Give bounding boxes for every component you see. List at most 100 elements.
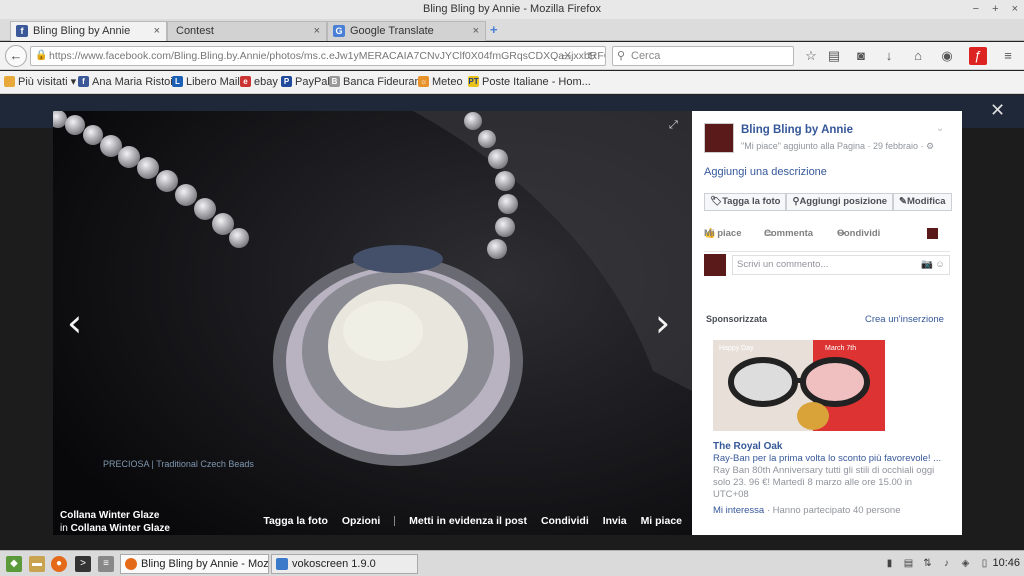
ad-image-text-left: Happy Day <box>719 345 754 352</box>
tab-close-icon[interactable]: × <box>473 22 479 40</box>
bookmark-piu-visitati[interactable]: Più visitati ▾ <box>4 75 76 89</box>
shield-icon[interactable]: ◈ <box>959 557 972 570</box>
taskbar-window-vokoscreen[interactable]: vokoscreen 1.9.0 <box>271 554 418 574</box>
tab-label: Bling Bling by Annie <box>33 25 131 37</box>
commenter-avatar <box>704 254 726 276</box>
ad-footer: Mi interessa · Hanno partecipato 40 pers… <box>713 505 900 516</box>
fullscreen-icon[interactable]: ⤢ <box>669 119 678 132</box>
taskbar-window-firefox[interactable]: Bling Bling by Annie - Mozilla... <box>120 554 269 574</box>
send-link[interactable]: Invia <box>603 515 627 527</box>
battery-icon[interactable]: ▯ <box>978 557 991 570</box>
feature-post-link[interactable]: Metti in evidenza il post <box>409 515 527 527</box>
pencil-icon: ✎ <box>899 196 908 207</box>
next-photo-icon[interactable]: › <box>655 301 670 345</box>
minimize-button[interactable]: − <box>973 3 979 15</box>
flash-addon-icon[interactable]: ƒ <box>969 47 987 65</box>
navigation-bar: ← 🔒 https://www.facebook.com/Bling.Bling… <box>0 42 1024 70</box>
bookmark-ebay[interactable]: e ebay <box>240 75 278 89</box>
maximize-button[interactable]: + <box>992 3 998 15</box>
pocket-icon[interactable]: ◙ <box>852 47 870 65</box>
add-location-button[interactable]: ⚲Aggiungi posizione <box>786 193 894 211</box>
caption-title[interactable]: Collana Winter Glaze <box>60 510 159 521</box>
bookmark-paypal[interactable]: P PayPal <box>281 75 330 89</box>
search-input[interactable]: ⚲ Cerca <box>612 46 794 66</box>
page-avatar[interactable] <box>704 123 734 153</box>
photo-actions: Tagga la foto Opzioni Metti in evidenza … <box>252 515 682 527</box>
files-icon[interactable]: ▬ <box>29 556 45 572</box>
photo-viewer: PRECIOSA | Traditional Czech Beads ‹ › ⤢… <box>53 111 692 535</box>
tag-photo-link[interactable]: Tagga la foto <box>263 515 328 527</box>
network-icon[interactable]: ⇅ <box>921 557 934 570</box>
tag-photo-button[interactable]: 🏷Tagga la foto <box>704 193 787 211</box>
page-name-link[interactable]: Bling Bling by Annie <box>741 124 853 136</box>
menu-icon[interactable]: ≡ <box>999 47 1017 65</box>
start-menu-icon[interactable]: ◆ <box>6 556 22 572</box>
bookmark-meteo[interactable]: ☼ Meteo <box>418 75 463 89</box>
interested-link[interactable]: Mi interessa <box>713 505 764 516</box>
button-label: Aggiungi posizione <box>799 196 888 207</box>
folder-icon <box>4 76 15 87</box>
photo-watermark: PRECIOSA | Traditional Czech Beads <box>103 459 254 469</box>
tab-label: Google Translate <box>350 25 434 37</box>
ad-image[interactable]: Happy Day March 7th <box>713 340 885 431</box>
url-text: https://www.facebook.com/Bling.Bling.by.… <box>49 50 606 62</box>
close-photo-icon[interactable]: ✕ <box>990 100 1005 121</box>
tab-close-icon[interactable]: × <box>314 22 320 40</box>
download-icon[interactable]: ↓ <box>880 47 898 65</box>
window-label: vokoscreen 1.9.0 <box>292 558 376 570</box>
divider <box>394 516 396 527</box>
tab-contest[interactable]: Contest × <box>167 21 327 41</box>
poste-icon: PT <box>468 76 479 87</box>
ebay-icon: e <box>240 76 251 87</box>
firefox-icon[interactable]: ● <box>51 556 67 572</box>
chevron-down-icon[interactable]: ⌄ <box>936 123 944 134</box>
share-link[interactable]: Condividi <box>541 515 589 527</box>
bookmark-star-icon[interactable]: ☆ <box>802 47 820 65</box>
text-editor-icon[interactable]: ≡ <box>98 556 114 572</box>
facebook-icon: f <box>16 25 28 37</box>
bookmarks-list-icon[interactable]: ▤ <box>825 47 843 65</box>
comment-box: Scrivi un commento... 📷 ☺ <box>704 251 950 277</box>
emoji-icon[interactable]: ☺ <box>935 256 945 274</box>
clock[interactable]: 10:46 <box>992 557 1020 569</box>
terminal-icon[interactable]: > <box>75 556 91 572</box>
reader-view-icon[interactable]: ▭ <box>561 48 571 65</box>
caption-album[interactable]: Collana Winter Glaze <box>71 523 170 534</box>
chat-icon[interactable]: ◉ <box>938 47 956 65</box>
tab-bling-bling[interactable]: f Bling Bling by Annie × <box>10 21 167 41</box>
tab-bar: f Bling Bling by Annie × Contest × G Goo… <box>0 19 1024 41</box>
camera-icon[interactable]: 📷 <box>921 256 933 274</box>
bookmark-banca-fideuram[interactable]: B Banca Fideuram <box>329 75 424 89</box>
bookmark-ana-maria[interactable]: f Ana Maria Ristoiu <box>78 75 179 89</box>
new-tab-icon[interactable]: + <box>490 22 498 37</box>
close-window-button[interactable]: × <box>1012 3 1018 15</box>
bookmark-label: Banca Fideuram <box>343 76 424 88</box>
tab-close-icon[interactable]: × <box>154 22 160 40</box>
tag-icon: 🏷 <box>710 196 723 207</box>
tab-label: Contest <box>176 25 214 37</box>
reload-icon[interactable]: ↻ <box>587 48 596 65</box>
ad-title-link[interactable]: The Royal Oak <box>713 441 782 452</box>
post-as-selector[interactable]: ▾ <box>927 228 938 239</box>
edit-button[interactable]: ✎Modifica <box>893 193 952 211</box>
comment-input[interactable]: Scrivi un commento... 📷 ☺ <box>732 255 950 275</box>
previous-photo-icon[interactable]: ‹ <box>67 301 82 345</box>
like-link[interactable]: Mi piace <box>641 515 682 527</box>
bookmark-poste-italiane[interactable]: PT Poste Italiane - Hom... <box>468 75 591 89</box>
volume-icon[interactable]: ♪ <box>940 557 953 570</box>
create-ad-link[interactable]: Crea un'inserzione <box>865 314 944 325</box>
tab-google-translate[interactable]: G Google Translate × <box>327 21 486 41</box>
bookmark-libero-mail[interactable]: L Libero Mail <box>172 75 240 89</box>
options-link[interactable]: Opzioni <box>342 515 381 527</box>
participants-text: · Hanno partecipato 40 persone <box>764 505 901 516</box>
signal-icon[interactable]: ▮ <box>883 557 896 570</box>
weather-icon: ☼ <box>418 76 429 87</box>
home-icon[interactable]: ⌂ <box>909 47 927 65</box>
ad-subtitle-link[interactable]: Ray-Ban per la prima volta lo sconto più… <box>713 453 953 464</box>
clipboard-icon[interactable]: ▤ <box>902 557 915 570</box>
add-description-link[interactable]: Aggiungi una descrizione <box>704 166 827 178</box>
back-button[interactable]: ← <box>5 45 27 67</box>
url-bar[interactable]: 🔒 https://www.facebook.com/Bling.Bling.b… <box>30 46 606 66</box>
bank-icon: B <box>329 76 340 87</box>
bookmark-label: Poste Italiane - Hom... <box>482 76 591 88</box>
